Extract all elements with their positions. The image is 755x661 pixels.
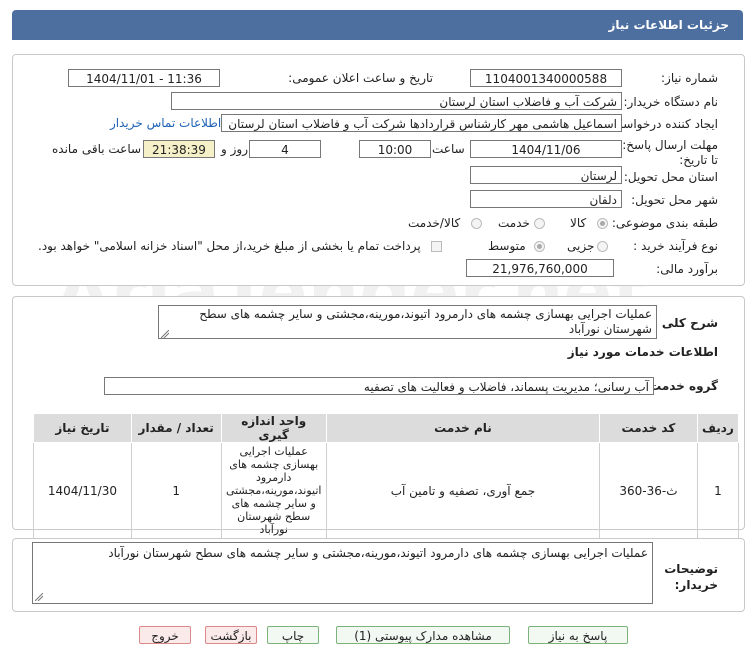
province-field: لرستان [470,166,622,184]
buyer-org-field: شرکت آب و فاضلاب استان لرستان [171,92,622,110]
print-button[interactable]: چاپ [267,626,319,644]
announce-label: تاریخ و ساعت اعلان عمومی: [288,71,433,85]
col-qty: تعداد / مقدار [130,413,222,443]
table-row: 1 ث-36-360 جمع آوری، تصفیه و تامین آب عم… [33,442,740,539]
cell-code: ث-36-360 [599,442,698,539]
cell-name: جمع آوری، تصفیه و تامین آب [325,442,601,539]
days-field: 4 [249,140,321,158]
need-number-label: شماره نیاز: [661,71,718,85]
services-section-title: اطلاعات خدمات مورد نیاز [567,345,718,359]
estimate-label: برآورد مالی: [656,262,718,276]
city-label: شهر محل تحویل: [631,193,718,207]
service-group-field: آب رسانی؛ مدیریت پسماند، فاضلاب و فعالیت… [104,377,654,395]
category-radio-goods[interactable] [597,218,608,229]
service-group-label: گروه خدمت: [644,379,718,393]
process-medium-label: متوسط [488,239,526,253]
services-table: ردیف کد خدمت نام خدمت واحد اندازه گیری ت… [33,413,740,539]
remaining-label: ساعت باقی مانده [52,142,142,156]
process-radio-medium[interactable] [534,241,545,252]
estimate-field: 21,976,760,000 [466,259,614,277]
col-date: تاریخ نیاز [33,413,132,443]
buyer-notes-label: توضیحات خریدار: [664,562,718,592]
table-header-row: ردیف کد خدمت نام خدمت واحد اندازه گیری ت… [33,413,740,443]
need-number-field: 1104001340000588 [470,69,622,87]
buyer-org-label: نام دستگاه خریدار: [623,95,719,109]
announce-field: 1404/11/01 - 11:36 [68,69,220,87]
category-radio-service[interactable] [534,218,545,229]
creator-label: ایجاد کننده درخواست: [607,117,718,131]
category-radio-both[interactable] [471,218,482,229]
attachments-button[interactable]: مشاهده مدارک پیوستی (1) [336,626,510,644]
buyer-notes-textarea: عملیات اجرایی بهسازی چشمه های دارمرود ات… [32,542,653,604]
category-both-label: کالا/خدمت [408,216,461,230]
province-label: استان محل تحویل: [623,170,718,184]
category-goods-label: کالا [570,216,587,230]
contact-buyer-link[interactable]: اطلاعات تماس خریدار [110,116,221,130]
deadline-time-field: 10:00 [359,140,431,158]
col-name: نام خدمت [325,413,601,443]
cell-unit: عملیات اجرایی بهسازی چشمه های دارمرود ات… [220,442,327,539]
payment-note: پرداخت تمام یا بخشی از مبلغ خرید،از محل … [38,239,421,253]
back-button[interactable]: بازگشت [205,626,257,644]
treasury-checkbox[interactable] [431,241,442,252]
creator-field: اسماعیل هاشمی مهر کارشناس قراردادها شرکت… [221,114,622,132]
summary-textarea: عملیات اجرایی بهسازی چشمه های دارمرود ات… [158,305,657,339]
city-field: دلفان [470,190,622,208]
exit-button[interactable]: خروج [139,626,191,644]
deadline-time-label: ساعت [432,142,465,156]
deadline-date-field: 1404/11/06 [470,140,622,158]
days-label: روز و [221,142,248,156]
page-title: جزئیات اطلاعات نیاز [608,18,729,32]
process-label: نوع فرآیند خرید : [633,239,718,253]
col-row: ردیف [696,413,740,443]
respond-button[interactable]: پاسخ به نیاز [528,626,628,644]
page-header: جزئیات اطلاعات نیاز [12,10,743,40]
process-radio-minor[interactable] [597,241,608,252]
resize-handle-icon[interactable] [161,330,169,338]
remaining-time-field: 21:38:39 [143,140,215,158]
category-service-label: خدمت [498,216,530,230]
deadline-label: مهلت ارسال پاسخ: تا تاریخ: [622,138,718,167]
col-unit: واحد اندازه گیری [220,413,327,443]
cell-row: 1 [696,442,740,539]
resize-handle-icon[interactable] [35,593,43,601]
buyer-notes-text: عملیات اجرایی بهسازی چشمه های دارمرود ات… [108,546,648,560]
col-code: کد خدمت [599,413,698,443]
summary-text: عملیات اجرایی بهسازی چشمه های دارمرود ات… [199,307,652,336]
cell-date: 1404/11/30 [33,442,132,539]
process-minor-label: جزیی [567,239,595,253]
cell-qty: 1 [130,442,222,539]
category-label: طبقه بندی موضوعی: [611,216,718,230]
